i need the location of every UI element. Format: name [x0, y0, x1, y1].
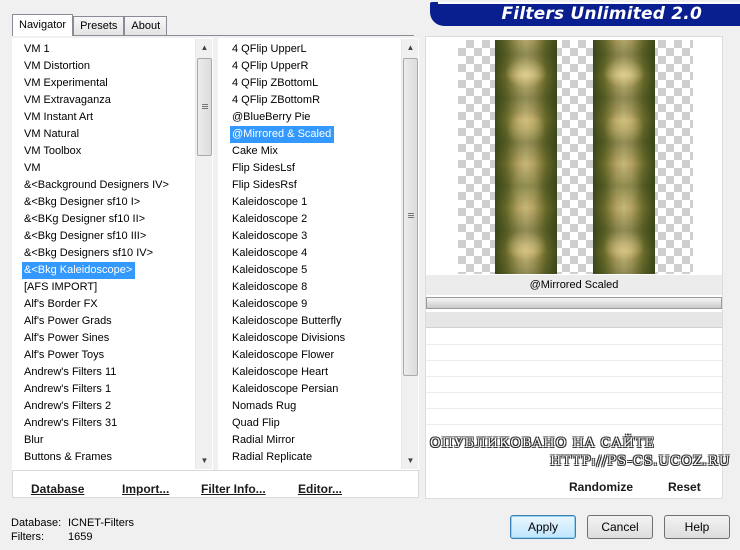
reset-button[interactable]: Reset [668, 480, 701, 494]
title-banner: Filters Unlimited 2.0 [430, 2, 740, 26]
filter-list-item[interactable]: Flip SidesLsf [230, 160, 298, 177]
filter-list-item[interactable]: Cake Mix [230, 143, 281, 160]
category-list-item[interactable]: Alf's Power Grads [22, 313, 115, 330]
preview-strip-left [495, 40, 557, 274]
category-list-item[interactable]: &<Background Designers IV> [22, 177, 172, 194]
divider [426, 392, 722, 393]
watermark-url: HTTP://PS-CS.UCOZ.RU [550, 454, 731, 469]
filter-info-button[interactable]: Filter Info... [201, 482, 266, 496]
divider [426, 376, 722, 377]
preview-image[interactable] [458, 40, 693, 274]
filter-list-item[interactable]: 4 QFlip UpperL [230, 41, 310, 58]
cancel-button[interactable]: Cancel [587, 515, 653, 539]
category-list-item[interactable]: Alf's Power Toys [22, 347, 107, 364]
filter-list-item[interactable]: Kaleidoscope Flower [230, 347, 337, 364]
category-list-item[interactable]: Blur [22, 432, 47, 449]
category-list-item[interactable]: [AFS IMPORT] [22, 279, 100, 296]
filters-count-label: Filters: [11, 531, 44, 543]
preview-panel: @Mirrored Scaled ОПУБЛИКОВАНО НА САЙТЕ H… [425, 36, 730, 499]
preview-strip-right [593, 40, 655, 274]
filter-list-item[interactable]: 4 QFlip ZBottomR [230, 92, 323, 109]
filter-list-item[interactable]: Kaleidoscope 9 [230, 296, 310, 313]
help-button[interactable]: Help [664, 515, 730, 539]
filter-list-item[interactable]: Kaleidoscope Persian [230, 381, 341, 398]
category-list-item[interactable]: Alf's Border FX [22, 296, 101, 313]
category-list-item[interactable]: Andrew's Filters 31 [22, 415, 120, 432]
filter-list-item[interactable]: 4 QFlip UpperR [230, 58, 311, 75]
database-value: ICNET-Filters [68, 517, 134, 529]
selected-filter-name: @Mirrored Scaled [426, 275, 722, 295]
filter-list-item[interactable]: Kaleidoscope Butterfly [230, 313, 344, 330]
filter-scrollbar[interactable]: ▲ ▼ [401, 39, 418, 469]
filter-list-item[interactable]: Radial Mirror [230, 432, 298, 449]
filter-list-item[interactable]: Kaleidoscope Divisions [230, 330, 348, 347]
watermark-text: ОПУБЛИКОВАНО НА САЙТЕ [430, 436, 655, 451]
category-list[interactable]: VM 1 VM Distortion VM Experimental VM Extra… [12, 38, 213, 470]
filter-list-item[interactable]: Kaleidoscope 2 [230, 211, 310, 228]
filters-count-value: 1659 [68, 531, 93, 543]
filter-list-item[interactable]: 4 QFlip ZBottomL [230, 75, 321, 92]
filter-list-item[interactable]: Nomads Rug [230, 398, 299, 415]
app-title: Filters Unlimited 2.0 [501, 4, 702, 24]
divider [426, 344, 722, 345]
database-label: Database: [11, 517, 62, 529]
filter-list-item[interactable]: Kaleidoscope Heart [230, 364, 331, 381]
divider [426, 360, 722, 361]
apply-button[interactable]: Apply [510, 515, 576, 539]
category-list-item[interactable]: &<Bkg Kaleidoscope> [22, 262, 136, 279]
filter-scroll-thumb[interactable] [403, 58, 418, 376]
filter-list-item[interactable]: Quad Flip [230, 415, 283, 432]
editor-button[interactable]: Editor... [298, 482, 342, 496]
tab-presets[interactable]: Presets [73, 16, 125, 35]
category-list-item[interactable]: VM Natural [22, 126, 82, 143]
list-button-bar: Database Import... Filter Info... Editor… [12, 470, 419, 498]
filter-list-item[interactable]: @Mirrored & Scaled [230, 126, 335, 143]
database-info: Database: ICNET-Filters Filters: 1659 [11, 516, 134, 544]
tab-bar: Navigator Presets About [12, 13, 168, 36]
tab-navigator[interactable]: Navigator [12, 14, 74, 36]
category-list-item[interactable]: Andrew's Filters 2 [22, 398, 114, 415]
category-list-item[interactable]: Andrew's Filters 11 [22, 364, 119, 381]
filter-list-item[interactable]: Kaleidoscope 4 [230, 245, 310, 262]
category-scrollbar[interactable]: ▲ ▼ [195, 39, 212, 469]
category-list-item[interactable]: Alf's Power Sines [22, 330, 112, 347]
filter-list-item[interactable]: Radial Replicate [230, 449, 315, 466]
divider [426, 408, 722, 409]
filter-list-item[interactable]: Kaleidoscope 8 [230, 279, 310, 296]
filter-list-item[interactable]: Kaleidoscope 5 [230, 262, 310, 279]
scroll-down-icon[interactable]: ▼ [402, 452, 418, 469]
category-list-item[interactable]: VM Extravaganza [22, 92, 114, 109]
category-scroll-thumb[interactable] [197, 58, 212, 156]
filter-list-item[interactable]: Kaleidoscope 3 [230, 228, 310, 245]
category-list-item[interactable]: &<Bkg Designer sf10 I> [22, 194, 143, 211]
category-list-item[interactable]: VM 1 [22, 41, 53, 58]
category-list-item[interactable]: VM [22, 160, 44, 177]
randomize-button[interactable]: Randomize [569, 480, 633, 494]
category-list-item[interactable]: Andrew's Filters 1 [22, 381, 114, 398]
import-button[interactable]: Import... [122, 482, 169, 496]
scroll-up-icon[interactable]: ▲ [402, 39, 418, 56]
category-list-item[interactable]: VM Instant Art [22, 109, 96, 126]
category-list-item[interactable]: &<BKg Designer sf10 II> [22, 211, 148, 228]
category-list-item[interactable]: VM Toolbox [22, 143, 84, 160]
filter-list[interactable]: 4 QFlip UpperL 4 QFlip UpperR 4 QFlip ZBot… [218, 38, 419, 470]
category-list-item[interactable]: &<Bkg Designers sf10 IV> [22, 245, 156, 262]
category-items: VM 1 VM Distortion VM Experimental VM Extra… [13, 39, 212, 469]
filter-list-item[interactable]: Flip SidesRsf [230, 177, 300, 194]
category-list-item[interactable]: VM Distortion [22, 58, 93, 75]
scroll-down-icon[interactable]: ▼ [196, 452, 212, 469]
category-list-item[interactable]: Buttons & Frames [22, 449, 115, 466]
filter-items: 4 QFlip UpperL 4 QFlip UpperR 4 QFlip ZBot… [219, 39, 418, 469]
parameter-slider[interactable] [426, 297, 722, 309]
category-list-item[interactable]: &<Bkg Designer sf10 III> [22, 228, 149, 245]
filter-list-item[interactable]: Kaleidoscope 1 [230, 194, 310, 211]
scroll-up-icon[interactable]: ▲ [196, 39, 212, 56]
parameter-area [426, 312, 722, 328]
category-list-item[interactable]: VM Experimental [22, 75, 111, 92]
database-button[interactable]: Database [31, 482, 84, 496]
filter-list-item[interactable]: @BlueBerry Pie [230, 109, 313, 126]
tab-about[interactable]: About [124, 16, 168, 35]
divider [426, 424, 722, 425]
